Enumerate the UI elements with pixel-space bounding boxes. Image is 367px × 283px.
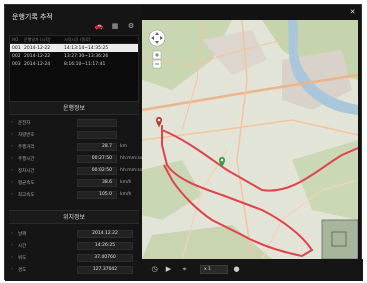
trip-list-header: NO 운행일자 (시작) 시작시간 (종료) bbox=[10, 36, 138, 44]
trip-no: 002 bbox=[12, 53, 21, 59]
trip-date: 2014-12-22 bbox=[24, 53, 51, 59]
app-window: 운행기록 추적 🚗 ▦ ⚙ NO 운행일자 (시작) 시작시간 (종료) 001… bbox=[4, 4, 363, 281]
col-time[interactable]: 시작시간 (종료) bbox=[64, 37, 104, 43]
pin-icon[interactable]: ⌖ bbox=[180, 265, 189, 274]
car-icon[interactable]: 🚗 bbox=[93, 22, 105, 30]
trip-time: 14:13:14~14:35:25 bbox=[64, 45, 109, 51]
trip-list: NO 운행일자 (시작) 시작시간 (종료) 001 2014-12-22 14… bbox=[9, 35, 139, 105]
drive-field-driver: › 운전자 bbox=[11, 119, 139, 128]
zoom-in-icon[interactable] bbox=[152, 50, 162, 60]
speed-select[interactable]: x 1 bbox=[200, 265, 228, 274]
print-icon[interactable]: ▦ bbox=[109, 22, 121, 30]
left-panel: 운행기록 추적 🚗 ▦ ⚙ NO 운행일자 (시작) 시작시간 (종료) 001… bbox=[5, 5, 142, 281]
drive-field-max-speed: › 최고속도 105.0 km/h bbox=[11, 191, 132, 199]
trip-row[interactable]: 001 2014-12-22 14:13:14~14:35:25 bbox=[10, 44, 138, 52]
col-date[interactable]: 운행일자 (시작) bbox=[24, 37, 64, 43]
drive-field-avg-speed: › 평균속도 38.6 km/h bbox=[11, 179, 132, 187]
clock-icon[interactable]: ◷ bbox=[150, 265, 159, 274]
map-pan-control-icon[interactable] bbox=[148, 29, 166, 47]
location-field-date: › 날짜 2014.12.22 bbox=[11, 230, 139, 239]
drive-field-vehicle: › 차량번호 bbox=[11, 131, 139, 140]
trip-row[interactable]: 003 2014-12-24 8:16:10~11:17:41 bbox=[10, 60, 138, 68]
location-field-latitude: › 위도 37.40760 bbox=[11, 254, 139, 263]
trip-time: 13:27:30~13:36:26 bbox=[64, 53, 109, 59]
drive-field-distance: › 주행거리 28.7 km bbox=[11, 143, 127, 151]
trip-time: 8:16:10~11:17:41 bbox=[64, 61, 106, 67]
location-info-title: 위치정보 bbox=[9, 210, 139, 224]
overview-minimap[interactable] bbox=[321, 219, 358, 259]
record-icon[interactable]: ● bbox=[232, 265, 241, 274]
trip-no: 003 bbox=[12, 61, 21, 67]
location-field-longitude: › 경도 127.37042 bbox=[11, 266, 139, 275]
trip-no: 001 bbox=[12, 45, 21, 51]
window-title: 운행기록 추적 bbox=[12, 13, 53, 21]
drive-info-title: 운행정보 bbox=[9, 101, 139, 115]
col-no[interactable]: NO bbox=[10, 37, 24, 42]
close-icon[interactable]: ✕ bbox=[348, 8, 357, 17]
map-view[interactable] bbox=[142, 20, 358, 259]
map-canvas bbox=[142, 20, 358, 259]
trip-date: 2014-12-24 bbox=[24, 61, 51, 67]
trip-row[interactable]: 002 2014-12-22 13:27:30~13:36:26 bbox=[10, 52, 138, 60]
location-field-time: › 시간 14:26:25 bbox=[11, 242, 139, 251]
drive-field-stop-time: › 정차시간 00:02:50 hh:mm:ss bbox=[11, 167, 143, 175]
playback-bar: ◷ ▶ ⌖ x 1 ● bbox=[142, 259, 363, 281]
play-icon[interactable]: ▶ bbox=[164, 265, 173, 274]
zoom-out-icon[interactable] bbox=[152, 59, 162, 69]
gear-icon[interactable]: ⚙ bbox=[125, 22, 137, 30]
drive-field-drive-time: › 주행시간 00:27:50 hh:mm:ss bbox=[11, 155, 143, 163]
trip-date: 2014-12-22 bbox=[24, 45, 51, 51]
